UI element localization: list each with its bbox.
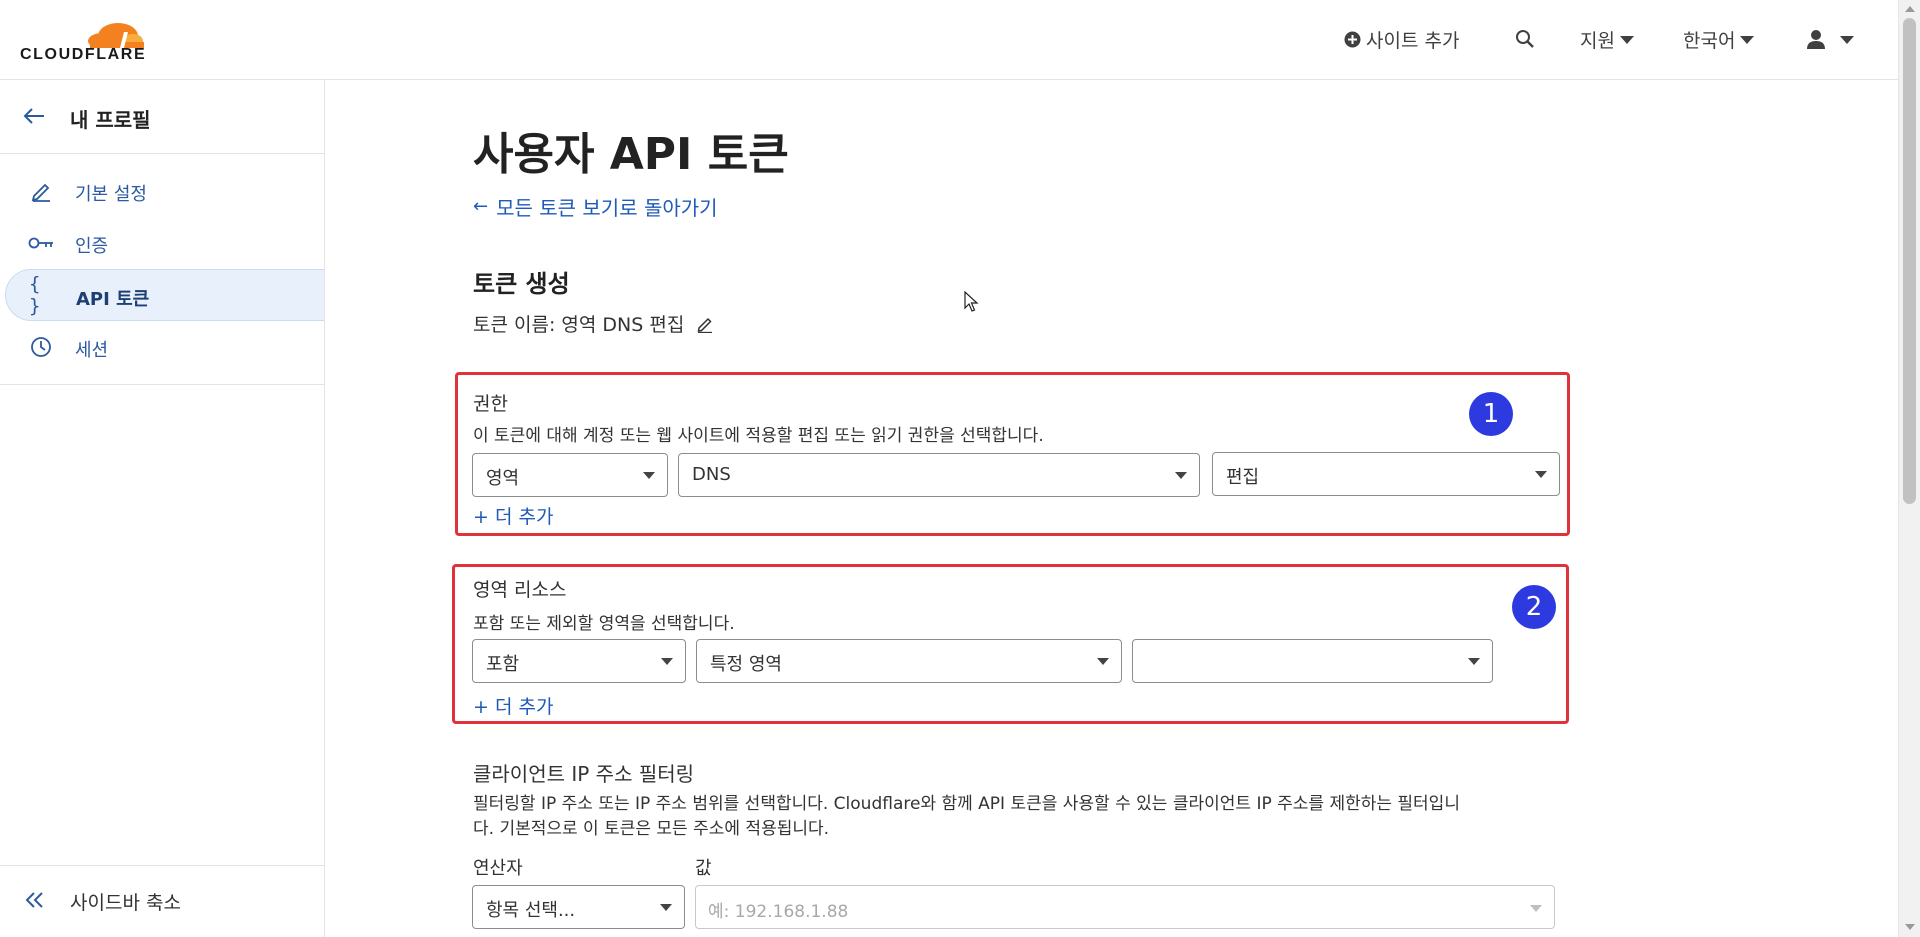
arrow-left-icon — [23, 108, 44, 124]
zone-select[interactable] — [1132, 639, 1493, 683]
token-name-label: 토큰 이름: 영역 DNS 편집 — [473, 314, 685, 336]
top-header: CLOUDFLARE 사이트 추가 지원 한국어 — [0, 0, 1898, 80]
value-label: 값 — [695, 858, 712, 879]
step-badge-1: 1 — [1469, 392, 1513, 436]
collapse-sidebar-label: 사이드바 축소 — [70, 892, 181, 914]
support-menu[interactable]: 지원 — [1580, 24, 1634, 54]
sidebar-item-preferences[interactable]: 기본 설정 — [5, 165, 324, 217]
ip-filtering-title: 클라이언트 IP 주소 필터링 — [473, 762, 695, 786]
sidebar-item-label: 기본 설정 — [75, 184, 147, 205]
app-window: CLOUDFLARE 사이트 추가 지원 한국어 내 프로필 기본 설정 인증 … — [0, 0, 1920, 937]
permission-resource-select[interactable]: DNS — [678, 453, 1200, 497]
chevron-down-icon — [643, 472, 655, 479]
braces-icon: { } — [29, 273, 41, 317]
sidebar-item-sessions[interactable]: 세션 — [5, 321, 324, 373]
token-name: 토큰 이름: 영역 DNS 편집 — [473, 310, 714, 337]
back-link-label: 모든 토큰 보기로 돌아가기 — [496, 196, 718, 220]
main-content: 사용자 API 토큰 ← 모든 토큰 보기로 돌아가기 토큰 생성 토큰 이름:… — [326, 80, 1898, 937]
cloud-logo-icon — [88, 23, 144, 48]
ip-value-input[interactable]: 예: 192.168.1.88 — [695, 885, 1555, 929]
vertical-scrollbar[interactable] — [1898, 0, 1920, 937]
double-chevron-left-icon — [25, 892, 43, 908]
select-value: 항목 선택... — [486, 900, 576, 921]
chevron-down-icon — [1535, 471, 1547, 478]
sidebar-item-label: 인증 — [75, 236, 109, 257]
select-value: 포함 — [486, 654, 520, 675]
pencil-icon — [28, 179, 54, 203]
select-value: DNS — [692, 464, 731, 485]
my-profile-back[interactable]: 내 프로필 — [0, 80, 324, 154]
search-button[interactable] — [1515, 24, 1535, 54]
chevron-down-icon — [1530, 905, 1542, 912]
sidebar-item-authentication[interactable]: 인증 — [5, 217, 324, 269]
zone-type-select[interactable]: 특정 영역 — [696, 639, 1122, 683]
language-menu[interactable]: 한국어 — [1683, 24, 1755, 54]
my-profile-label: 내 프로필 — [70, 108, 151, 132]
zone-resources-description: 포함 또는 제외할 영역을 선택합니다. — [473, 614, 735, 634]
permissions-title: 권한 — [473, 393, 508, 415]
zone-resources-title: 영역 리소스 — [473, 579, 567, 601]
cloudflare-logo[interactable]: CLOUDFLARE — [20, 14, 160, 66]
scroll-down-arrow-icon[interactable] — [1905, 924, 1915, 930]
zone-resources-section: 영역 리소스 포함 또는 제외할 영역을 선택합니다. 2 포함 특정 영역 +… — [452, 564, 1569, 724]
chevron-down-icon — [1175, 472, 1187, 479]
ip-filtering-description: 필터링할 IP 주소 또는 IP 주소 범위를 선택합니다. Cloudflar… — [473, 792, 1893, 842]
page-title: 사용자 API 토큰 — [473, 129, 789, 180]
key-icon — [28, 231, 54, 255]
arrow-left-icon: ← — [473, 196, 489, 217]
sidebar-item-api-tokens[interactable]: { } API 토큰 — [5, 269, 324, 321]
permissions-description: 이 토큰에 대해 계정 또는 웹 사이트에 적용할 편집 또는 읽기 권한을 선… — [473, 426, 1044, 446]
sidebar-divider — [0, 384, 324, 385]
scrollbar-thumb[interactable] — [1903, 18, 1916, 504]
mouse-cursor-icon — [964, 291, 979, 312]
pencil-icon — [697, 317, 713, 333]
operator-select[interactable]: 항목 선택... — [472, 885, 685, 929]
chevron-down-icon — [661, 658, 673, 665]
chevron-down-icon — [1740, 36, 1755, 44]
ip-filtering-description-line: 필터링할 IP 주소 또는 IP 주소 범위를 선택합니다. Cloudflar… — [473, 794, 1460, 814]
support-label: 지원 — [1580, 29, 1615, 52]
permission-scope-select[interactable]: 영역 — [472, 453, 668, 497]
add-more-zones-link[interactable]: + 더 추가 — [473, 692, 553, 719]
step-badge-2: 2 — [1512, 585, 1556, 629]
sidebar: 내 프로필 기본 설정 인증 { } API 토큰 세션 사이드바 축소 — [0, 80, 325, 937]
chevron-down-icon — [1840, 36, 1854, 44]
permissions-section: 권한 이 토큰에 대해 계정 또는 웹 사이트에 적용할 편집 또는 읽기 권한… — [455, 372, 1570, 536]
add-more-permissions-link[interactable]: + 더 추가 — [473, 502, 553, 529]
sidebar-item-label: 세션 — [75, 340, 109, 361]
chevron-down-icon — [1097, 658, 1109, 665]
language-label: 한국어 — [1683, 29, 1736, 52]
ip-value-placeholder: 예: 192.168.1.88 — [708, 902, 849, 922]
plus-circle-icon — [1344, 31, 1361, 47]
edit-token-name-button[interactable] — [696, 315, 714, 333]
select-value: 편집 — [1226, 467, 1260, 488]
add-site-label: 사이트 추가 — [1366, 29, 1460, 52]
clock-icon — [28, 335, 54, 359]
collapse-sidebar-button[interactable]: 사이드바 축소 — [0, 865, 324, 937]
search-icon — [1516, 30, 1534, 48]
chevron-down-icon — [1468, 658, 1480, 665]
operator-label: 연산자 — [473, 858, 523, 879]
select-value: 영역 — [486, 468, 520, 489]
ip-filtering-description-line: 다. 기본적으로 이 토큰은 모든 주소에 적용됩니다. — [473, 819, 830, 839]
scroll-up-arrow-icon[interactable] — [1905, 6, 1915, 12]
user-menu[interactable] — [1806, 24, 1854, 54]
chevron-down-icon — [660, 904, 672, 911]
user-icon — [1807, 30, 1825, 49]
add-site-button[interactable]: 사이트 추가 — [1344, 24, 1459, 54]
sidebar-item-label: API 토큰 — [76, 289, 150, 310]
permission-level-select[interactable]: 편집 — [1212, 452, 1560, 496]
back-to-tokens-link[interactable]: ← 모든 토큰 보기로 돌아가기 — [473, 192, 718, 221]
select-value: 특정 영역 — [710, 654, 782, 675]
section-title: 토큰 생성 — [473, 270, 570, 298]
zone-include-select[interactable]: 포함 — [472, 639, 686, 683]
brand-name: CLOUDFLARE — [20, 46, 147, 63]
chevron-down-icon — [1619, 36, 1634, 44]
